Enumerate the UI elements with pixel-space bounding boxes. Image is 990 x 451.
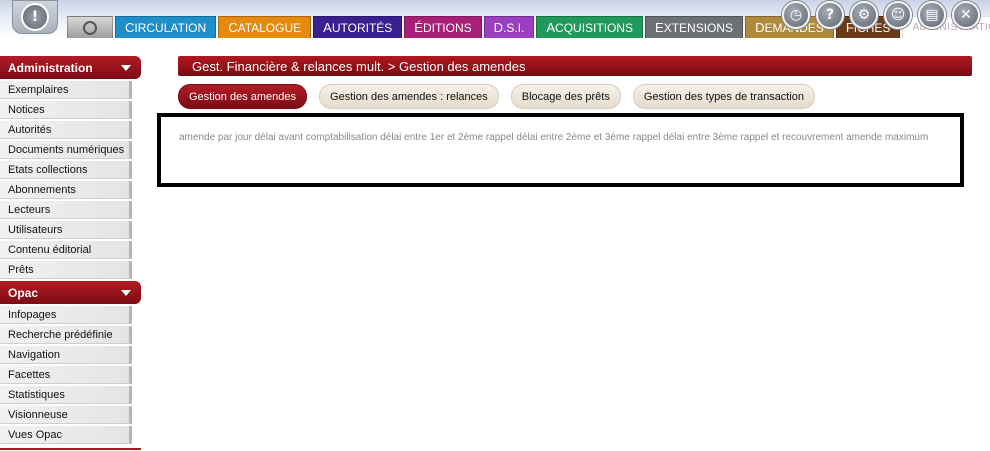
content-text: amende par jour délai avant comptabilisa… xyxy=(179,132,929,143)
sidebar-item-recherche-predefinie[interactable]: Recherche prédéfinie xyxy=(0,326,132,344)
sidebar-item-prets[interactable]: Prêts xyxy=(0,261,132,279)
users-icon[interactable]: ☺ xyxy=(884,1,912,29)
tab-editions[interactable]: É DITIONS xyxy=(404,16,482,38)
section-title: Opac xyxy=(8,285,39,300)
sidebar-item-notices[interactable]: Notices xyxy=(0,101,132,119)
sidebar-item-utilisateurs[interactable]: Utilisateurs xyxy=(0,221,132,239)
sidebar-item-navigation[interactable]: Navigation xyxy=(0,346,132,364)
sidebar-item-vues-opac[interactable]: Vues Opac xyxy=(0,426,132,444)
chevron-down-icon xyxy=(121,64,131,71)
clock-icon[interactable]: ◷ xyxy=(782,1,810,29)
sidebar-section-administration[interactable]: Administration xyxy=(0,56,141,79)
sidebar-item-exemplaires[interactable]: Exemplaires xyxy=(0,81,132,99)
globe-icon xyxy=(83,20,97,35)
subtab-blocage-prets[interactable]: Blocage des prêts xyxy=(510,84,621,109)
settings-icon[interactable]: ⚙ xyxy=(850,1,878,29)
close-icon[interactable]: ✕ xyxy=(952,1,980,29)
sidebar-item-infopages[interactable]: Infopages xyxy=(0,306,132,324)
sidebar-section-opac[interactable]: Opac xyxy=(0,281,141,304)
tab-dsi[interactable]: D .S.I. xyxy=(483,16,535,38)
logo-button[interactable]: ! xyxy=(12,0,58,34)
tab-autorites[interactable]: A UTORITÉS xyxy=(313,16,403,38)
top-bar: ! C IRCULATION C ATALOGUE A UTORITÉS É DITIO… xyxy=(0,0,990,38)
save-icon[interactable]: ▤ xyxy=(918,1,946,29)
sidebar-item-etats-collections[interactable]: Etats collections xyxy=(0,161,132,179)
section-title: Administration xyxy=(8,60,93,75)
chevron-down-icon xyxy=(121,289,131,296)
subtab-gestion-amendes[interactable]: Gestion des amendes xyxy=(178,84,308,109)
tab-catalogue[interactable]: C ATALOGUE xyxy=(218,16,312,38)
sidebar-item-contenu-editorial[interactable]: Contenu éditorial xyxy=(0,241,132,259)
sidebar-item-visionneuse[interactable]: Visionneuse xyxy=(0,406,132,424)
page-title: Gest. Financière & relances mult. > Gest… xyxy=(178,56,972,76)
tab-extensions[interactable]: E XTENSIONS xyxy=(645,16,744,38)
info-icon: ! xyxy=(21,3,49,31)
help-icon[interactable]: ? xyxy=(816,1,844,29)
sidebar: Administration Exemplaires Notices Autor… xyxy=(0,56,141,450)
tab-circulation[interactable]: C IRCULATION xyxy=(115,16,217,38)
sidebar-item-statistiques[interactable]: Statistiques xyxy=(0,386,132,404)
sidebar-item-abonnements[interactable]: Abonnements xyxy=(0,181,132,199)
sidebar-item-lecteurs[interactable]: Lecteurs xyxy=(0,201,132,219)
sidebar-item-documents-numeriques[interactable]: Documents numériques xyxy=(0,141,132,159)
subtab-types-transaction[interactable]: Gestion des types de transaction xyxy=(632,84,816,109)
toolbar-icons: ◷ ? ⚙ ☺ ▤ ✕ xyxy=(782,1,980,29)
sidebar-divider xyxy=(0,448,141,450)
tab-acquisitions[interactable]: A CQUISITIONS xyxy=(536,16,644,38)
sub-tabs: Gestion des amendes Gestion des amendes … xyxy=(178,84,816,109)
sidebar-item-autorites[interactable]: Autorités xyxy=(0,121,132,139)
content-panel: amende par jour délai avant comptabilisa… xyxy=(157,113,964,187)
tab-home[interactable] xyxy=(67,16,113,38)
sidebar-item-facettes[interactable]: Facettes xyxy=(0,366,132,384)
subtab-gestion-amendes-relances[interactable]: Gestion des amendes : relances xyxy=(319,84,499,109)
